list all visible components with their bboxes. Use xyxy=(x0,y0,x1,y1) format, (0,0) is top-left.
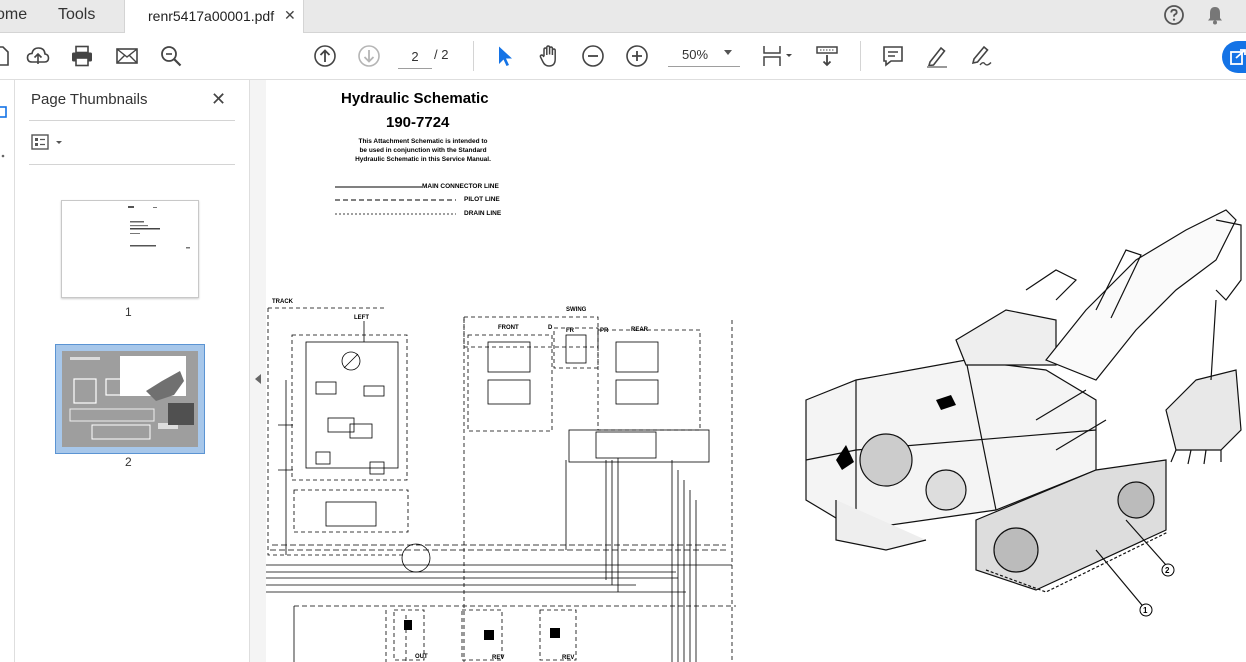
comment-icon[interactable] xyxy=(881,44,905,68)
tab-document[interactable]: renr5417a00001.pdf ✕ xyxy=(124,0,304,33)
next-page-icon[interactable] xyxy=(357,44,381,68)
zoom-dropdown[interactable]: 50% xyxy=(668,44,740,67)
zoom-value: 50% xyxy=(682,47,709,62)
page-number-input[interactable] xyxy=(398,44,432,69)
tab-tools[interactable]: Tools xyxy=(58,6,95,24)
left-rail xyxy=(0,80,15,662)
thumbnail-page-number: 1 xyxy=(125,305,132,319)
close-tab-icon[interactable]: ✕ xyxy=(284,7,296,24)
schematic-label: PR xyxy=(600,328,609,334)
thumbnail-page-number: 2 xyxy=(125,455,132,469)
tab-bar: ome Tools renr5417a00001.pdf ✕ xyxy=(0,0,1246,33)
document-view[interactable]: Hydraulic Schematic 190-7724 This Attach… xyxy=(266,80,1246,662)
prev-page-icon[interactable] xyxy=(313,44,337,68)
close-panel-icon[interactable]: ✕ xyxy=(211,89,226,110)
share-button[interactable] xyxy=(1222,41,1246,73)
print-icon[interactable] xyxy=(70,44,94,68)
thumbnails-panel: Page Thumbnails ✕ 1 2 xyxy=(15,80,250,662)
chevron-left-icon xyxy=(255,374,261,384)
panel-divider xyxy=(29,120,235,121)
schematic-label: TRACK xyxy=(272,299,293,305)
tab-home[interactable]: ome xyxy=(0,6,27,24)
schematic-label: SWING xyxy=(566,307,587,313)
sign-icon[interactable] xyxy=(969,44,993,68)
highlight-pen-icon[interactable] xyxy=(925,44,949,68)
page-fit-icon[interactable] xyxy=(760,44,796,68)
page-total: / 2 xyxy=(434,47,449,62)
zoom-out-icon[interactable] xyxy=(581,44,605,68)
schematic-label: REAR xyxy=(631,327,649,333)
toolbar: / 2 50% xyxy=(0,33,1246,80)
rail-more-icon[interactable] xyxy=(0,154,8,158)
schematic-label: D xyxy=(548,325,553,331)
hand-icon[interactable] xyxy=(537,44,561,68)
schematic-label: FR xyxy=(566,328,574,334)
upload-icon[interactable] xyxy=(26,44,50,68)
toolbar-divider xyxy=(473,41,474,71)
select-cursor-icon[interactable] xyxy=(493,44,517,68)
search-zoom-icon[interactable] xyxy=(159,44,183,68)
new-file-icon[interactable] xyxy=(0,44,14,68)
panel-collapse-strip[interactable] xyxy=(250,80,266,662)
panel-title: Page Thumbnails xyxy=(31,91,148,108)
thumbnail-page-1[interactable] xyxy=(61,200,199,298)
excavator-illustration xyxy=(805,209,1242,617)
scroll-mode-icon[interactable] xyxy=(815,44,839,68)
schematic-label: REV xyxy=(562,655,575,661)
bookmark-icon[interactable] xyxy=(0,106,8,118)
thumbnail-page-2[interactable] xyxy=(55,344,205,454)
thumbnail-options-button[interactable] xyxy=(31,134,67,152)
callout-label: 1 xyxy=(1143,606,1148,615)
email-icon[interactable] xyxy=(115,44,139,68)
share-icon xyxy=(1230,49,1246,65)
tab-document-label: renr5417a00001.pdf xyxy=(148,8,275,24)
help-icon[interactable] xyxy=(1163,4,1185,26)
thumbnail-page-1-preview xyxy=(128,206,190,249)
bell-icon[interactable] xyxy=(1204,4,1226,26)
zoom-in-icon[interactable] xyxy=(625,44,649,68)
toolbar-divider xyxy=(860,41,861,71)
chevron-down-icon xyxy=(724,50,732,55)
callout-label: 2 xyxy=(1165,566,1170,575)
panel-divider xyxy=(29,164,235,165)
thumbnail-page-2-preview xyxy=(62,351,198,447)
schematic-label: FRONT xyxy=(498,325,519,331)
schematic-label: LEFT xyxy=(354,315,369,321)
schematic-label: OUT xyxy=(415,654,428,660)
schematic-label: REV xyxy=(492,655,505,661)
